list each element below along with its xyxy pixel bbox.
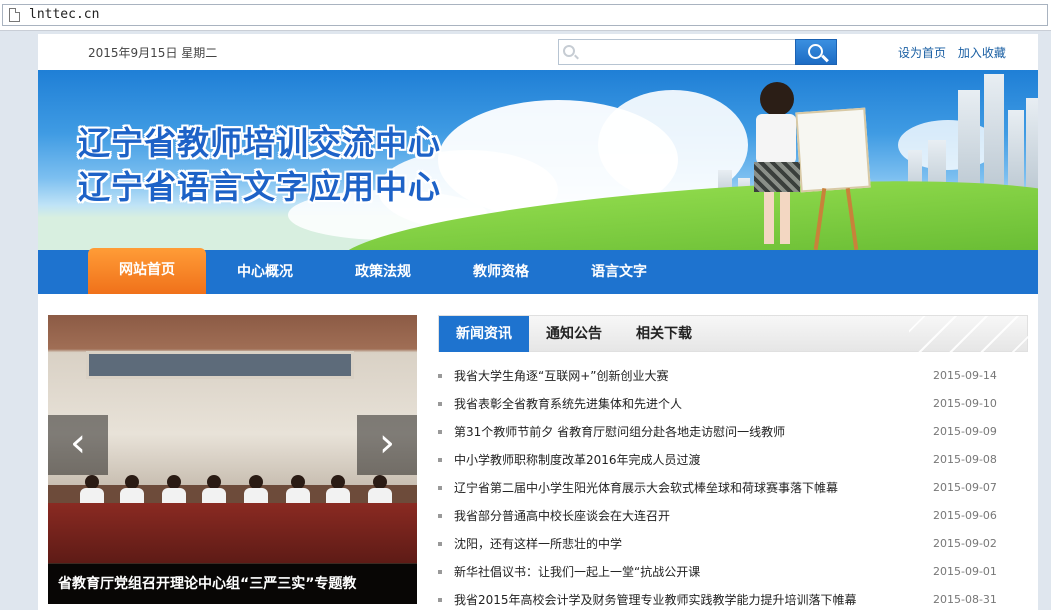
news-title[interactable]: 我省大学生角逐“互联网+”创新创业大赛: [454, 362, 669, 390]
slide-prev-button[interactable]: ‹: [48, 415, 108, 475]
news-item[interactable]: 第31个教师节前夕 省教育厅慰问组分赴各地走访慰问一线教师 2015-09-09: [438, 418, 1028, 446]
search-box[interactable]: [558, 39, 796, 65]
site-banner: 辽宁省教师培训交流中心 辽宁省语言文字应用中心: [38, 70, 1038, 250]
top-links: 设为首页 加入收藏: [898, 44, 1014, 61]
nav-item-home[interactable]: 网站首页: [88, 248, 206, 294]
search-button[interactable]: [795, 39, 837, 65]
news-item[interactable]: 我省大学生角逐“互联网+”创新创业大赛 2015-09-14: [438, 362, 1028, 390]
nav-item-language[interactable]: 语言文字: [560, 250, 678, 294]
nav-item-qualification[interactable]: 教师资格: [442, 250, 560, 294]
browser-address-bar: lnttec.cn: [0, 0, 1051, 31]
slide-next-button[interactable]: ›: [357, 415, 417, 475]
news-title[interactable]: 我省2015年高校会计学及财务管理专业教师实践教学能力提升培训落下帷幕: [454, 586, 857, 610]
news-title[interactable]: 我省部分普通高中校长座谈会在大连召开: [454, 502, 670, 530]
nav-item-overview[interactable]: 中心概况: [206, 250, 324, 294]
chevron-left-icon: ‹: [70, 420, 86, 466]
news-date: 2015-09-08: [933, 453, 997, 466]
main-nav: 网站首页 中心概况 政策法规 教师资格 语言文字: [38, 248, 1038, 294]
add-favorite-link[interactable]: 加入收藏: [958, 46, 1006, 60]
news-title[interactable]: 新华社倡议书：让我们一起上一堂“抗战公开课: [454, 558, 700, 586]
news-title[interactable]: 辽宁省第二届中小学生阳光体育展示大会软式棒垒球和荷球赛事落下帷幕: [454, 474, 838, 502]
slide-caption[interactable]: 省教育厅党组召开理论中心组“三严三实”专题教: [48, 564, 417, 604]
set-homepage-link[interactable]: 设为首页: [898, 46, 946, 60]
news-item[interactable]: 辽宁省第二届中小学生阳光体育展示大会软式棒垒球和荷球赛事落下帷幕 2015-09-…: [438, 474, 1028, 502]
news-date: 2015-08-31: [933, 593, 997, 606]
chevron-right-icon: ›: [379, 420, 395, 466]
search-icon: [563, 45, 575, 57]
news-title[interactable]: 第31个教师节前夕 省教育厅慰问组分赴各地走访慰问一线教师: [454, 418, 785, 446]
current-date: 2015年9月15日 星期二: [88, 46, 218, 60]
tab-notices[interactable]: 通知公告: [529, 316, 619, 352]
news-title[interactable]: 中小学教师职称制度改革2016年完成人员过渡: [454, 446, 701, 474]
news-tabs: 新闻资讯 通知公告 相关下载: [438, 315, 1029, 352]
news-date: 2015-09-10: [933, 397, 997, 410]
nav-item-policy[interactable]: 政策法规: [324, 250, 442, 294]
news-item[interactable]: 我省表彰全省教育系统先进集体和先进个人 2015-09-10: [438, 390, 1028, 418]
page-icon: [9, 8, 20, 22]
news-date: 2015-09-06: [933, 509, 997, 522]
news-item[interactable]: 我省2015年高校会计学及财务管理专业教师实践教学能力提升培训落下帷幕 2015-…: [438, 586, 1028, 610]
easel-illustration: [795, 107, 871, 193]
news-item[interactable]: 沈阳，还有这样一所悲壮的中学 2015-09-02: [438, 530, 1028, 558]
news-date: 2015-09-07: [933, 481, 997, 494]
page: 2015年9月15日 星期二 设为首页 加入收藏 辽宁省教师培训交流中心 辽宁省…: [38, 34, 1038, 610]
address-url[interactable]: lnttec.cn: [29, 7, 99, 22]
news-date: 2015-09-09: [933, 425, 997, 438]
banner-title-line1: 辽宁省教师培训交流中心: [78, 124, 442, 162]
news-date: 2015-09-01: [933, 565, 997, 578]
tab-downloads[interactable]: 相关下载: [619, 316, 709, 352]
search-input[interactable]: [579, 42, 789, 62]
news-item[interactable]: 我省部分普通高中校长座谈会在大连召开 2015-09-06: [438, 502, 1028, 530]
banner-title-line2: 辽宁省语言文字应用中心: [78, 168, 442, 206]
news-item[interactable]: 新华社倡议书：让我们一起上一堂“抗战公开课 2015-09-01: [438, 558, 1028, 586]
address-field[interactable]: lnttec.cn: [2, 4, 1048, 26]
news-item[interactable]: 中小学教师职称制度改革2016年完成人员过渡 2015-09-08: [438, 446, 1028, 474]
news-title[interactable]: 沈阳，还有这样一所悲壮的中学: [454, 530, 622, 558]
news-date: 2015-09-14: [933, 369, 997, 382]
news-slideshow[interactable]: ‹ › 省教育厅党组召开理论中心组“三严三实”专题教: [48, 315, 417, 604]
tab-news[interactable]: 新闻资讯: [439, 316, 529, 352]
news-title[interactable]: 我省表彰全省教育系统先进集体和先进个人: [454, 390, 682, 418]
top-bar: 2015年9月15日 星期二 设为首页 加入收藏: [38, 34, 1038, 70]
news-date: 2015-09-02: [933, 537, 997, 550]
